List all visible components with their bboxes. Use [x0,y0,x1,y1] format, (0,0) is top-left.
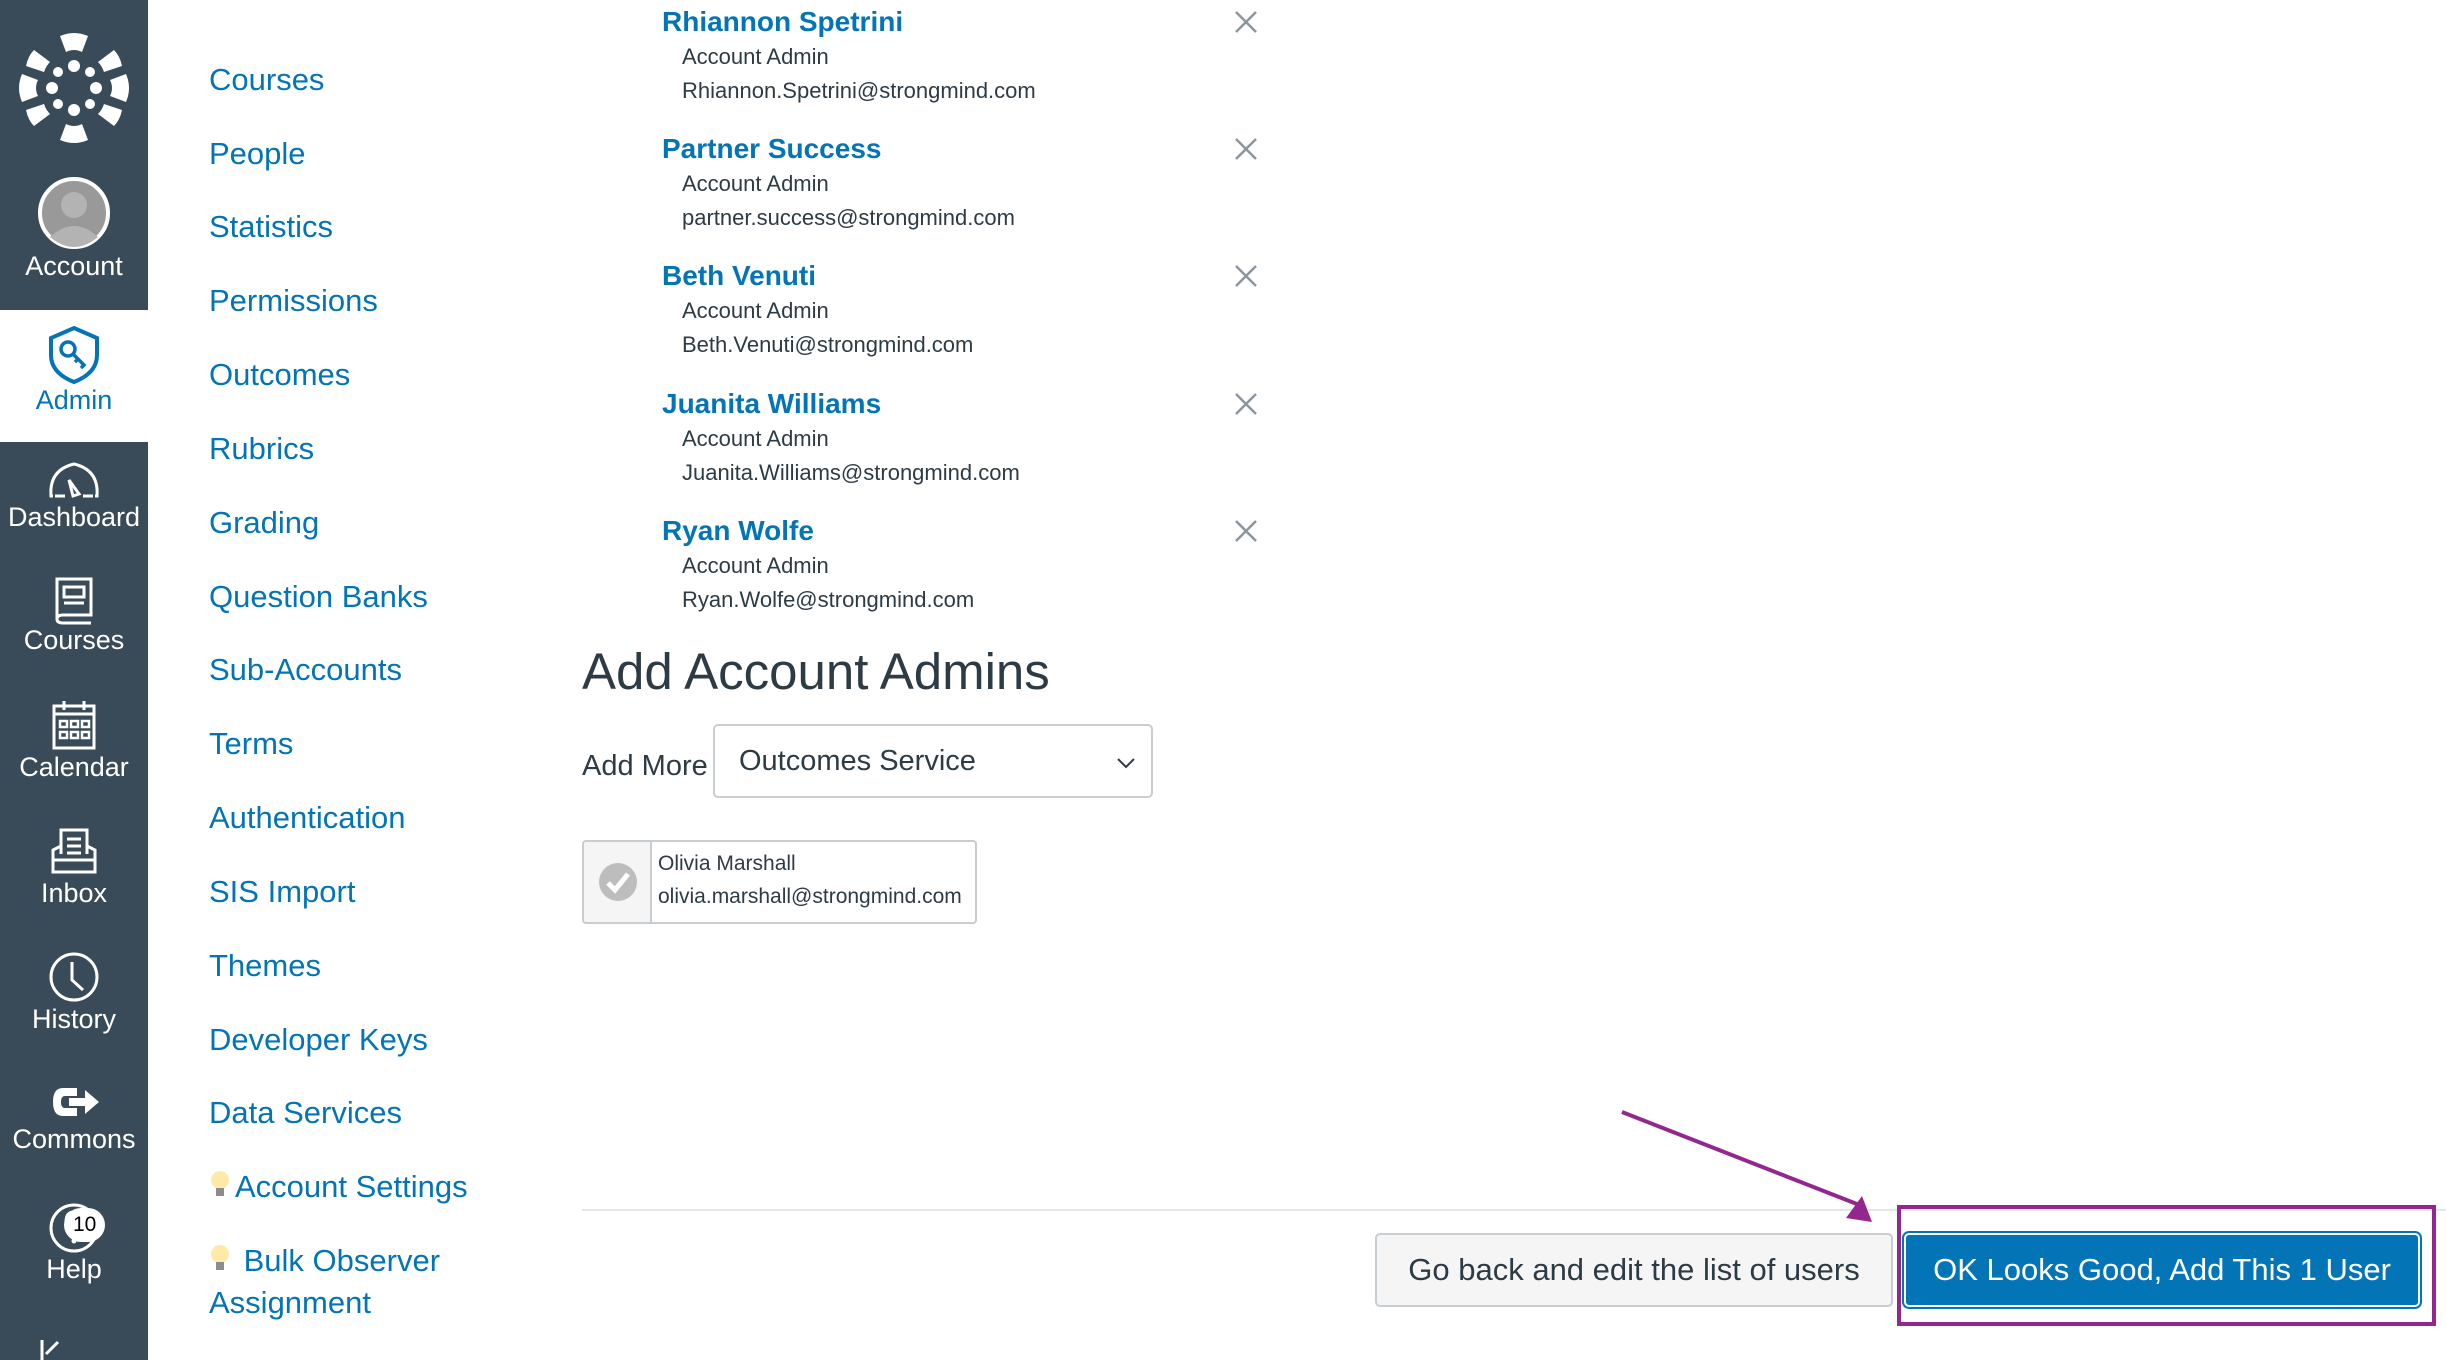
remove-admin-icon[interactable] [1232,135,1260,163]
help-notification-badge: 10 [64,1208,106,1242]
global-nav-inbox[interactable]: Inbox [0,826,148,909]
sub-nav-bulk-observer-assignment[interactable]: Bulk Observer Assignment [209,1240,440,1324]
sub-nav-people[interactable]: People [209,134,306,174]
admin-email: partner.success@strongmind.com [682,205,1015,230]
global-nav-dashboard[interactable]: Dashboard [0,460,148,533]
global-nav-courses[interactable]: Courses [0,575,148,656]
global-nav-label: Courses [23,625,125,655]
global-nav-label: Help [46,1254,102,1284]
global-nav-label: Calendar [19,752,129,782]
sub-nav-permissions[interactable]: Permissions [209,281,378,321]
global-nav-label: Inbox [40,878,108,908]
admin-name-link[interactable]: Beth Venuti [662,258,1262,294]
admin-role: Account Admin [682,171,829,196]
confirm-add-user-button[interactable]: OK Looks Good, Add This 1 User [1902,1231,2422,1309]
chevron-down-icon [1117,758,1135,769]
sub-nav-question-banks[interactable]: Question Banks [209,577,428,617]
admin-role: Account Admin [682,298,829,323]
inbox-icon [51,828,97,874]
global-nav-history[interactable]: History [0,950,148,1035]
sub-nav-outcomes[interactable]: Outcomes [209,355,350,395]
sub-nav-themes[interactable]: Themes [209,946,321,986]
courses-book-icon [55,577,93,625]
global-nav-label: Admin [35,385,113,415]
sub-nav-grading[interactable]: Grading [209,503,319,543]
sub-nav-sub-accounts[interactable]: Sub-Accounts [209,650,402,690]
sub-nav-courses[interactable]: Courses [209,60,324,100]
role-select[interactable]: Outcomes Service [713,724,1153,798]
page-heading: Add Account Admins [582,643,1050,700]
admin-list-item: Juanita Williams Account Admin Juanita.W… [662,386,1262,490]
sub-nav-rubrics[interactable]: Rubrics [209,429,314,469]
pending-user-card: Olivia Marshall olivia.marshall@strongmi… [582,840,977,924]
canvas-logo-icon[interactable] [14,28,134,148]
pending-user-name: Olivia Marshall [658,852,796,875]
admin-shield-key-icon [49,325,99,385]
commons-icon [53,1088,99,1116]
sub-nav-sis-import[interactable]: SIS Import [209,872,355,912]
admin-name-link[interactable]: Juanita Williams [662,386,1262,422]
lightbulb-icon [211,1171,229,1196]
global-nav-label: History [31,1004,116,1034]
global-nav-commons[interactable]: Commons [0,1080,148,1155]
go-back-button[interactable]: Go back and edit the list of users [1375,1233,1893,1307]
admin-list-item: Beth Venuti Account Admin Beth.Venuti@st… [662,258,1262,362]
global-nav-label: Account [25,251,123,281]
admin-email: Rhiannon.Spetrini@strongmind.com [682,78,1036,103]
admin-email: Juanita.Williams@strongmind.com [682,460,1020,485]
avatar-icon [38,177,110,249]
admin-email: Beth.Venuti@strongmind.com [682,332,974,357]
pending-user-email: olivia.marshall@strongmind.com [658,885,962,908]
remove-admin-icon[interactable] [1232,262,1260,290]
admin-role: Account Admin [682,553,829,578]
sub-nav-statistics[interactable]: Statistics [209,207,333,247]
admin-name-link[interactable]: Rhiannon Spetrini [662,4,1262,40]
sub-nav-authentication[interactable]: Authentication [209,798,405,838]
clock-icon [49,952,99,1002]
role-select-value: Outcomes Service [739,745,976,777]
collapse-nav-icon[interactable] [38,1340,68,1360]
remove-admin-icon[interactable] [1232,8,1260,36]
sub-nav-label-line2: Assignment [209,1285,371,1320]
admin-email: Ryan.Wolfe@strongmind.com [682,587,975,612]
global-nav-label: Commons [12,1124,136,1154]
remove-admin-icon[interactable] [1232,517,1260,545]
sub-nav-developer-keys[interactable]: Developer Keys [209,1020,428,1060]
global-nav-calendar[interactable]: Calendar [0,698,148,783]
admin-name-link[interactable]: Ryan Wolfe [662,513,1262,549]
sub-nav-label: Bulk Observer [243,1243,441,1278]
sub-nav-data-services[interactable]: Data Services [209,1093,402,1133]
admin-list-item: Ryan Wolfe Account Admin Ryan.Wolfe@stro… [662,513,1262,617]
add-more-label: Add More [582,750,708,782]
sub-nav-terms[interactable]: Terms [209,724,293,764]
form-actions-divider [582,1209,2446,1211]
lightbulb-icon [211,1245,229,1270]
checkmark-icon [599,863,637,901]
pending-user-check [584,842,652,922]
global-nav-account[interactable]: Account [0,175,148,282]
admin-role: Account Admin [682,426,829,451]
global-nav: Account Admin Dashboard Courses Calendar… [0,0,148,1360]
admin-list-item: Partner Success Account Admin partner.su… [662,131,1262,235]
global-nav-admin[interactable]: Admin [0,310,148,442]
sub-nav-label: Account Settings [235,1169,468,1204]
sub-nav-account-settings[interactable]: Account Settings [209,1167,468,1207]
global-nav-label: Dashboard [7,502,141,532]
admin-role: Account Admin [682,44,829,69]
dashboard-gauge-icon [49,462,99,498]
admin-list-item: Rhiannon Spetrini Account Admin Rhiannon… [662,4,1262,108]
remove-admin-icon[interactable] [1232,390,1260,418]
admin-name-link[interactable]: Partner Success [662,131,1262,167]
global-nav-help[interactable]: 10 Help [0,1198,148,1285]
calendar-icon [52,701,96,750]
